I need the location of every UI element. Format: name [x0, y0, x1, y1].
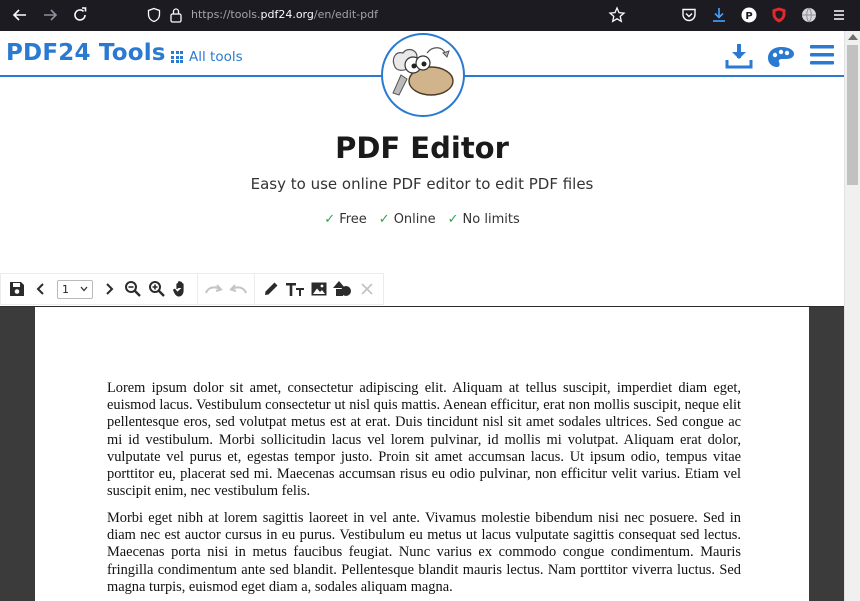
- all-tools-label: All tools: [189, 49, 243, 65]
- feature-item: ✓ No limits: [448, 212, 520, 227]
- download-icon[interactable]: [710, 6, 728, 24]
- page-title: PDF Editor: [335, 131, 509, 165]
- globe-icon[interactable]: [800, 6, 818, 24]
- feature-label: No limits: [462, 212, 520, 227]
- page-select[interactable]: 1: [57, 279, 93, 299]
- reload-icon[interactable]: [70, 5, 90, 25]
- document-paragraph[interactable]: Lorem ipsum dolor sit amet, consectetur …: [107, 380, 741, 500]
- zoom-in-icon: [149, 281, 165, 297]
- close-icon: [361, 283, 373, 295]
- redo-button[interactable]: [202, 277, 226, 301]
- feature-list: ✓ Free ✓ Online ✓ No limits: [0, 212, 844, 227]
- checkmark-icon: ✓: [378, 212, 390, 227]
- prev-page-button[interactable]: [29, 277, 53, 301]
- save-button[interactable]: [5, 277, 29, 301]
- url-bar[interactable]: https://tools.pdf24.org/en/edit-pdf: [137, 2, 633, 28]
- zoom-out-icon: [125, 281, 141, 297]
- zoom-out-button[interactable]: [121, 277, 145, 301]
- page-scrollbar[interactable]: [844, 31, 860, 601]
- toolbar-group-insert: [254, 273, 384, 305]
- url-text[interactable]: https://tools.pdf24.org/en/edit-pdf: [191, 8, 378, 21]
- pocket-icon[interactable]: [680, 6, 698, 24]
- redo-icon: [205, 284, 223, 294]
- zoom-in-button[interactable]: [145, 277, 169, 301]
- page-select-value: 1: [62, 282, 69, 296]
- browser-toolbar: https://tools.pdf24.org/en/edit-pdf P: [0, 0, 860, 31]
- scroll-up-icon[interactable]: [848, 34, 858, 40]
- mascot-icon: [392, 47, 454, 96]
- pdf-page[interactable]: Lorem ipsum dolor sit amet, consectetur …: [35, 307, 809, 601]
- add-image-button[interactable]: [307, 277, 331, 301]
- scrollbar-thumb[interactable]: [847, 45, 858, 185]
- site-menu-icon[interactable]: [810, 44, 834, 66]
- svg-text:P: P: [745, 11, 752, 22]
- mascot-logo[interactable]: [381, 33, 465, 117]
- next-page-button[interactable]: [97, 277, 121, 301]
- shapes-icon: [333, 281, 351, 296]
- url-prefix: https://tools.: [191, 8, 261, 21]
- feature-label: Online: [393, 212, 436, 227]
- chevron-left-icon: [36, 283, 44, 295]
- download-tray-icon[interactable]: [725, 42, 753, 70]
- feature-item: ✓ Online: [379, 212, 436, 227]
- document-paragraph[interactable]: Morbi eget nibh at lorem sagittis laoree…: [107, 510, 741, 596]
- url-path: /en/edit-pdf: [313, 8, 378, 21]
- grid-icon: [171, 51, 183, 63]
- add-shape-button[interactable]: [331, 277, 355, 301]
- url-host: pdf24.org: [260, 8, 314, 21]
- feature-label: Free: [339, 212, 367, 227]
- undo-icon: [229, 284, 247, 294]
- text-icon: [286, 283, 304, 296]
- add-text-button[interactable]: [283, 277, 307, 301]
- all-tools-link[interactable]: All tools: [171, 49, 243, 65]
- brand-logo-text[interactable]: PDF24 Tools: [6, 40, 166, 66]
- checkmark-icon: ✓: [324, 212, 336, 227]
- page-subtitle: Easy to use online PDF editor to edit PD…: [250, 175, 594, 193]
- palette-icon[interactable]: [767, 45, 795, 69]
- toolbar-group-history: [197, 273, 255, 305]
- forward-arrow-icon[interactable]: [40, 5, 60, 25]
- hand-icon: [173, 281, 184, 297]
- page-viewport: PDF24 Tools All tools PDF Editor Easy to…: [0, 31, 844, 601]
- toolbar-group-nav: 1: [0, 273, 198, 305]
- undo-button[interactable]: [226, 277, 250, 301]
- feature-item: ✓ Free: [324, 212, 367, 227]
- pan-tool-button[interactable]: [169, 277, 193, 301]
- save-icon: [10, 282, 24, 296]
- pdf-editor-canvas[interactable]: Lorem ipsum dolor sit amet, consectetur …: [0, 306, 844, 601]
- draw-button[interactable]: [259, 277, 283, 301]
- extension-p-icon[interactable]: P: [740, 6, 758, 24]
- shield-extension-icon[interactable]: [770, 6, 788, 24]
- editor-toolbar: 1: [0, 273, 384, 305]
- shield-icon[interactable]: [146, 7, 162, 23]
- delete-button[interactable]: [355, 277, 379, 301]
- chevron-down-icon: [80, 286, 88, 292]
- hamburger-menu-icon[interactable]: [830, 6, 848, 24]
- bookmark-star-icon[interactable]: [608, 6, 626, 24]
- image-icon: [311, 282, 327, 296]
- back-arrow-icon[interactable]: [10, 5, 30, 25]
- lock-icon[interactable]: [169, 7, 183, 23]
- checkmark-icon: ✓: [447, 212, 459, 227]
- chevron-right-icon: [106, 283, 114, 295]
- pencil-icon: [265, 282, 278, 295]
